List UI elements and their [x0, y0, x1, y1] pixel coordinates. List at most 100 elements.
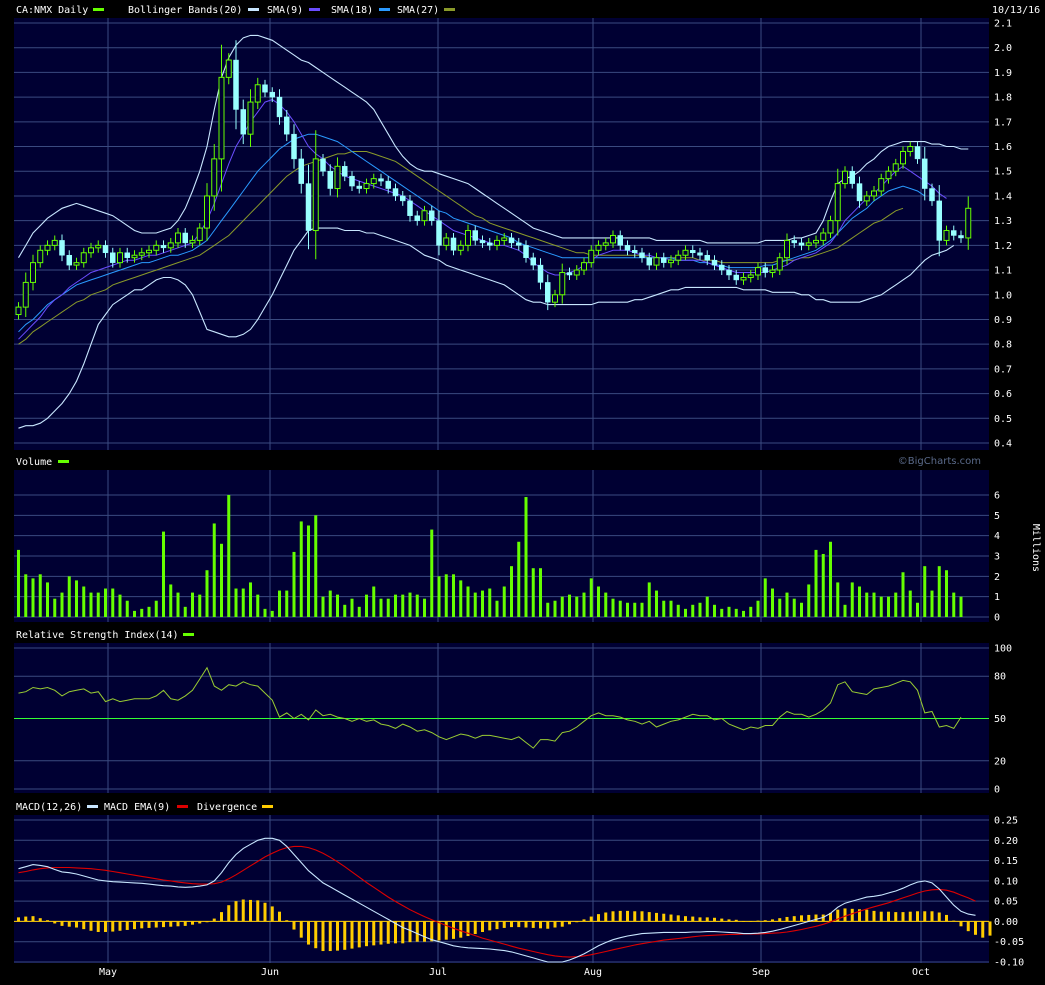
month-label: Aug — [584, 967, 602, 978]
macd-tick-label: 0.00 — [994, 917, 1018, 928]
divergence-bar — [17, 917, 20, 922]
divergence-bar — [597, 914, 600, 922]
divergence-bar — [60, 921, 64, 926]
candle-body-up — [22, 281, 29, 308]
rsi-tick-label: 20 — [994, 756, 1006, 767]
volume-tick-label: 6 — [994, 491, 1000, 502]
volume-bar — [742, 610, 745, 617]
candle-body-up — [370, 178, 377, 185]
candle-body-up — [805, 242, 812, 246]
macd-tick-label: 0.05 — [994, 897, 1018, 908]
candle-body-down — [922, 158, 928, 189]
macd-tick-label: -0.05 — [994, 937, 1024, 948]
volume-bar — [118, 594, 122, 617]
price-tick-label: 1.8 — [994, 93, 1012, 104]
volume-bar — [829, 541, 832, 617]
divergence-bar — [350, 921, 354, 949]
divergence-bar — [227, 905, 231, 922]
candle-body-down — [436, 220, 442, 246]
candle-body-down — [276, 96, 283, 118]
volume-bar — [524, 497, 528, 617]
divergence-bar — [133, 921, 136, 930]
divergence-bar — [263, 902, 267, 922]
volume-bar — [220, 543, 223, 617]
candle-body-down — [327, 170, 333, 189]
volume-legend-swatch — [58, 460, 69, 463]
divergence-bar — [647, 912, 651, 922]
candle-body-down — [508, 237, 515, 244]
volume-bar — [191, 592, 194, 617]
volume-bar — [705, 596, 709, 617]
divergence-label: Divergence — [197, 802, 257, 813]
candle-body-up — [892, 163, 899, 172]
candle-body-up — [747, 274, 754, 278]
divergence-bar — [169, 921, 173, 927]
volume-bar — [452, 574, 455, 617]
volume-unit-label: Millions — [1030, 524, 1041, 572]
volume-bar — [365, 594, 368, 617]
divergence-bar — [546, 921, 550, 929]
candle-body-up — [457, 244, 464, 251]
candle-body-up — [885, 170, 892, 180]
candle-body-down — [914, 146, 921, 160]
divergence-bar — [959, 921, 963, 927]
volume-bar — [60, 592, 64, 617]
candle-body-up — [153, 244, 160, 251]
price-tick-label: 0.4 — [994, 439, 1012, 450]
volume-bar — [800, 602, 803, 617]
volume-bar — [604, 592, 608, 617]
volume-bar — [198, 594, 202, 617]
volume-bar — [720, 608, 724, 617]
candle-body-down — [233, 59, 239, 110]
volume-bar — [662, 600, 666, 617]
volume-bar — [626, 602, 629, 617]
volume-bar — [176, 592, 180, 617]
divergence-bar — [618, 910, 622, 922]
divergence-bar — [176, 921, 180, 927]
candle-body-up — [73, 262, 80, 266]
volume-bar — [669, 600, 673, 617]
volume-tick-label: 2 — [994, 572, 1000, 583]
candle-body-down — [240, 109, 246, 135]
volume-bar — [336, 594, 339, 617]
divergence-bar — [75, 921, 78, 928]
candle-body-up — [878, 178, 885, 192]
volume-bar — [618, 600, 622, 617]
divergence-bar — [220, 912, 223, 922]
divergence-bar — [234, 901, 238, 922]
divergence-bar — [974, 921, 977, 935]
divergence-bar — [415, 921, 419, 942]
candle-body-up — [682, 249, 689, 256]
divergence-bar — [908, 911, 912, 922]
candle-body-down — [849, 170, 855, 184]
candle-body-down — [798, 242, 805, 246]
candle-body-down — [160, 245, 167, 249]
candle-body-down — [624, 245, 631, 251]
rsi-legend-swatch — [183, 633, 194, 636]
divergence-bar — [510, 921, 513, 928]
volume-bar — [510, 566, 513, 617]
divergence-bar — [452, 921, 455, 939]
volume-bar — [771, 588, 774, 617]
divergence-bar — [495, 921, 499, 930]
volume-bar — [539, 568, 542, 617]
divergence-bar — [843, 908, 847, 922]
divergence-bar — [923, 911, 927, 922]
candle-body-down — [450, 237, 457, 251]
candle-body-up — [675, 254, 682, 261]
volume-bar — [865, 592, 869, 617]
price-tick-label: 0.8 — [994, 340, 1012, 351]
price-tick-label: 2.0 — [994, 43, 1012, 54]
volume-bar — [546, 602, 550, 617]
candle-body-down — [936, 200, 942, 241]
volume-bar — [850, 582, 854, 617]
candle-body-up — [755, 267, 761, 276]
candle-body-down — [110, 252, 116, 263]
month-label: Oct — [912, 967, 930, 978]
divergence-bar — [154, 921, 158, 928]
volume-bar — [872, 592, 876, 617]
volume-bar — [495, 600, 499, 617]
candle-body-up — [653, 257, 660, 266]
candle-body-up — [863, 195, 870, 202]
volume-bar — [560, 596, 564, 617]
